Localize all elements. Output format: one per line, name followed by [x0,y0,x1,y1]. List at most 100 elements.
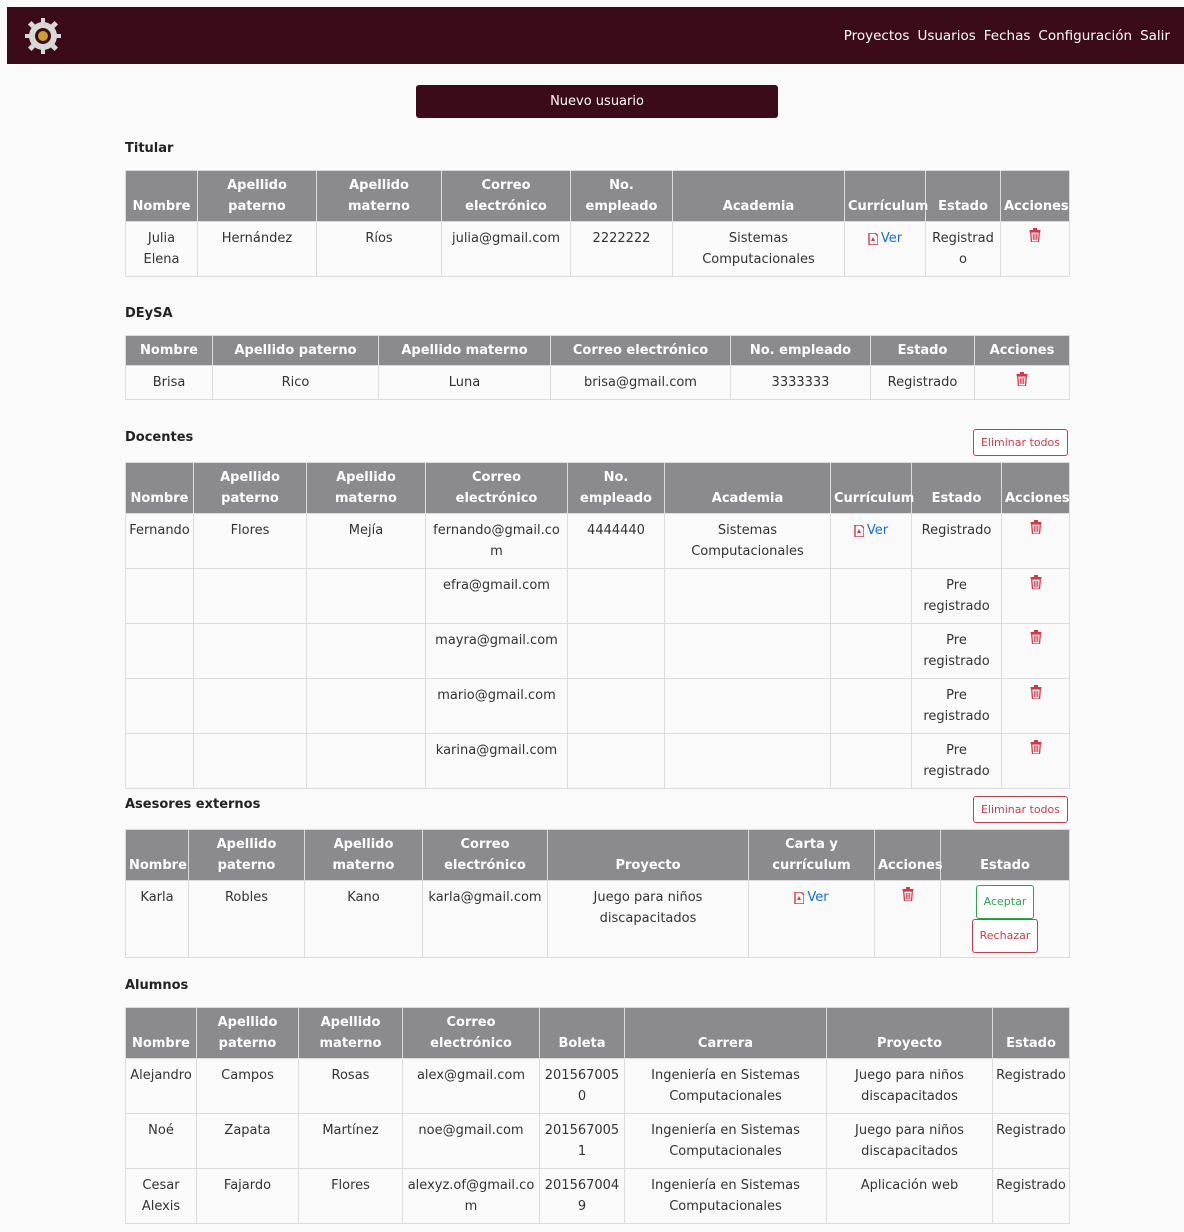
view-letter-cv-link[interactable]: Ver [794,887,829,908]
col-header: Correo electrónico [422,829,548,881]
cell [1001,678,1070,734]
cell: Julia Elena [125,221,198,277]
col-header: Currículum [830,462,914,514]
nav-salir[interactable]: Salir [1140,28,1170,44]
view-cv-link[interactable]: Ver [854,520,888,541]
col-header: Carta y currículum [748,829,875,881]
view-cv-label: Ver [807,890,829,905]
cell: karla@gmail.com [422,880,548,958]
cell: karina@gmail.com [425,733,568,789]
trash-icon[interactable] [1030,520,1042,534]
trash-icon[interactable] [1029,228,1041,242]
navbar: Proyectos Usuarios Fechas Configuración … [7,7,1184,64]
cell: Registrado [992,1058,1070,1114]
cell [974,365,1070,400]
cell [125,568,194,624]
cell: Cesar Alexis [125,1168,197,1224]
cell: Karla [125,880,189,958]
cell: Pre registrado [911,568,1002,624]
cell: Brisa [125,365,213,400]
col-header: Proyecto [826,1007,993,1059]
col-header: Acciones [874,829,943,881]
trash-icon[interactable] [1016,372,1028,386]
col-header: Academia [664,462,831,514]
table-row: efra@gmail.com Pre registrado [125,568,1070,624]
col-header: Carrera [624,1007,827,1059]
col-header: Correo electrónico [402,1007,540,1059]
cell: Zapata [196,1113,299,1169]
table-row: Noé Zapata Martínez noe@gmail.com 201567… [125,1113,1070,1169]
trash-icon[interactable] [902,887,914,901]
nav-usuarios[interactable]: Usuarios [917,28,975,44]
section-title-titular: Titular [125,141,174,156]
cell [664,623,831,679]
col-header: Estado [925,170,1001,222]
col-header: Estado [870,335,975,366]
nav-configuracion[interactable]: Configuración [1038,28,1132,44]
cell: alex@gmail.com [402,1058,540,1114]
section-title-alumnos: Alumnos [125,978,189,993]
col-header: Acciones [974,335,1070,366]
cell: Robles [188,880,305,958]
table-header-row: Nombre Apellido paterno Apellido materno… [125,829,1070,881]
col-header: Nombre [125,170,198,222]
cell [193,678,307,734]
col-header: Acciones [1001,462,1070,514]
cell [1001,733,1070,789]
cell: mario@gmail.com [425,678,568,734]
cell: Rosas [298,1058,403,1114]
delete-all-asesores-button[interactable]: Eliminar todos [972,796,1068,823]
trash-icon[interactable] [1030,630,1042,644]
logo-icon[interactable] [24,17,62,55]
col-header: Apellido paterno [212,335,379,366]
accept-button[interactable]: Aceptar [975,885,1035,919]
cell: Juego para niños discapacitados [826,1058,993,1114]
col-header: Nombre [125,335,213,366]
view-cv-link[interactable]: Ver [868,228,902,249]
cell: Sistemas Computacionales [672,221,845,277]
cell: Pre registrado [911,678,1002,734]
table-row: mario@gmail.com Pre registrado [125,678,1070,734]
view-cv-label: Ver [866,523,889,538]
col-header: Currículum [844,170,928,222]
cell: brisa@gmail.com [550,365,731,400]
trash-icon[interactable] [1030,740,1042,754]
reject-button[interactable]: Rechazar [971,919,1039,953]
cell [125,733,194,789]
alumnos-table: Nombre Apellido paterno Apellido materno… [125,1007,1070,1224]
table-row: Fernando Flores Mejía fernando@gmail.com… [125,513,1070,569]
col-header: Apellido materno [306,462,426,514]
cell: julia@gmail.com [441,221,571,277]
cell [830,678,912,734]
table-row: Julia Elena Hernández Ríos julia@gmail.c… [125,221,1070,277]
titular-table: Nombre Apellido paterno Apellido materno… [125,170,1070,277]
cell: Luna [378,365,551,400]
cell: 2015670051 [539,1113,625,1169]
nav-proyectos[interactable]: Proyectos [844,28,910,44]
cell [1000,221,1070,277]
col-header: Estado [992,1007,1070,1059]
cell: efra@gmail.com [425,568,568,624]
cell: 3333333 [730,365,871,400]
delete-all-docentes-button[interactable]: Eliminar todos [972,429,1068,456]
trash-icon[interactable] [1030,685,1042,699]
cell: Hernández [197,221,317,277]
view-cv-label: Ver [880,231,903,246]
trash-icon[interactable] [1030,575,1042,589]
cell: Fernando [125,513,194,569]
cell: Registrado [992,1113,1070,1169]
nav-fechas[interactable]: Fechas [984,28,1031,44]
nav-links: Proyectos Usuarios Fechas Configuración … [844,7,1170,64]
table-row: Brisa Rico Luna brisa@gmail.com 3333333 … [125,365,1070,400]
table-header-row: Nombre Apellido paterno Apellido materno… [125,462,1070,514]
col-header: Correo electrónico [441,170,571,222]
cell [830,623,912,679]
cell [193,623,307,679]
new-user-button[interactable]: Nuevo usuario [416,85,778,118]
cell [830,733,912,789]
table-header-row: Nombre Apellido paterno Apellido materno… [125,1007,1070,1059]
cell [193,733,307,789]
cell: noe@gmail.com [402,1113,540,1169]
pdf-icon [794,891,805,904]
cell: 2015670050 [539,1058,625,1114]
